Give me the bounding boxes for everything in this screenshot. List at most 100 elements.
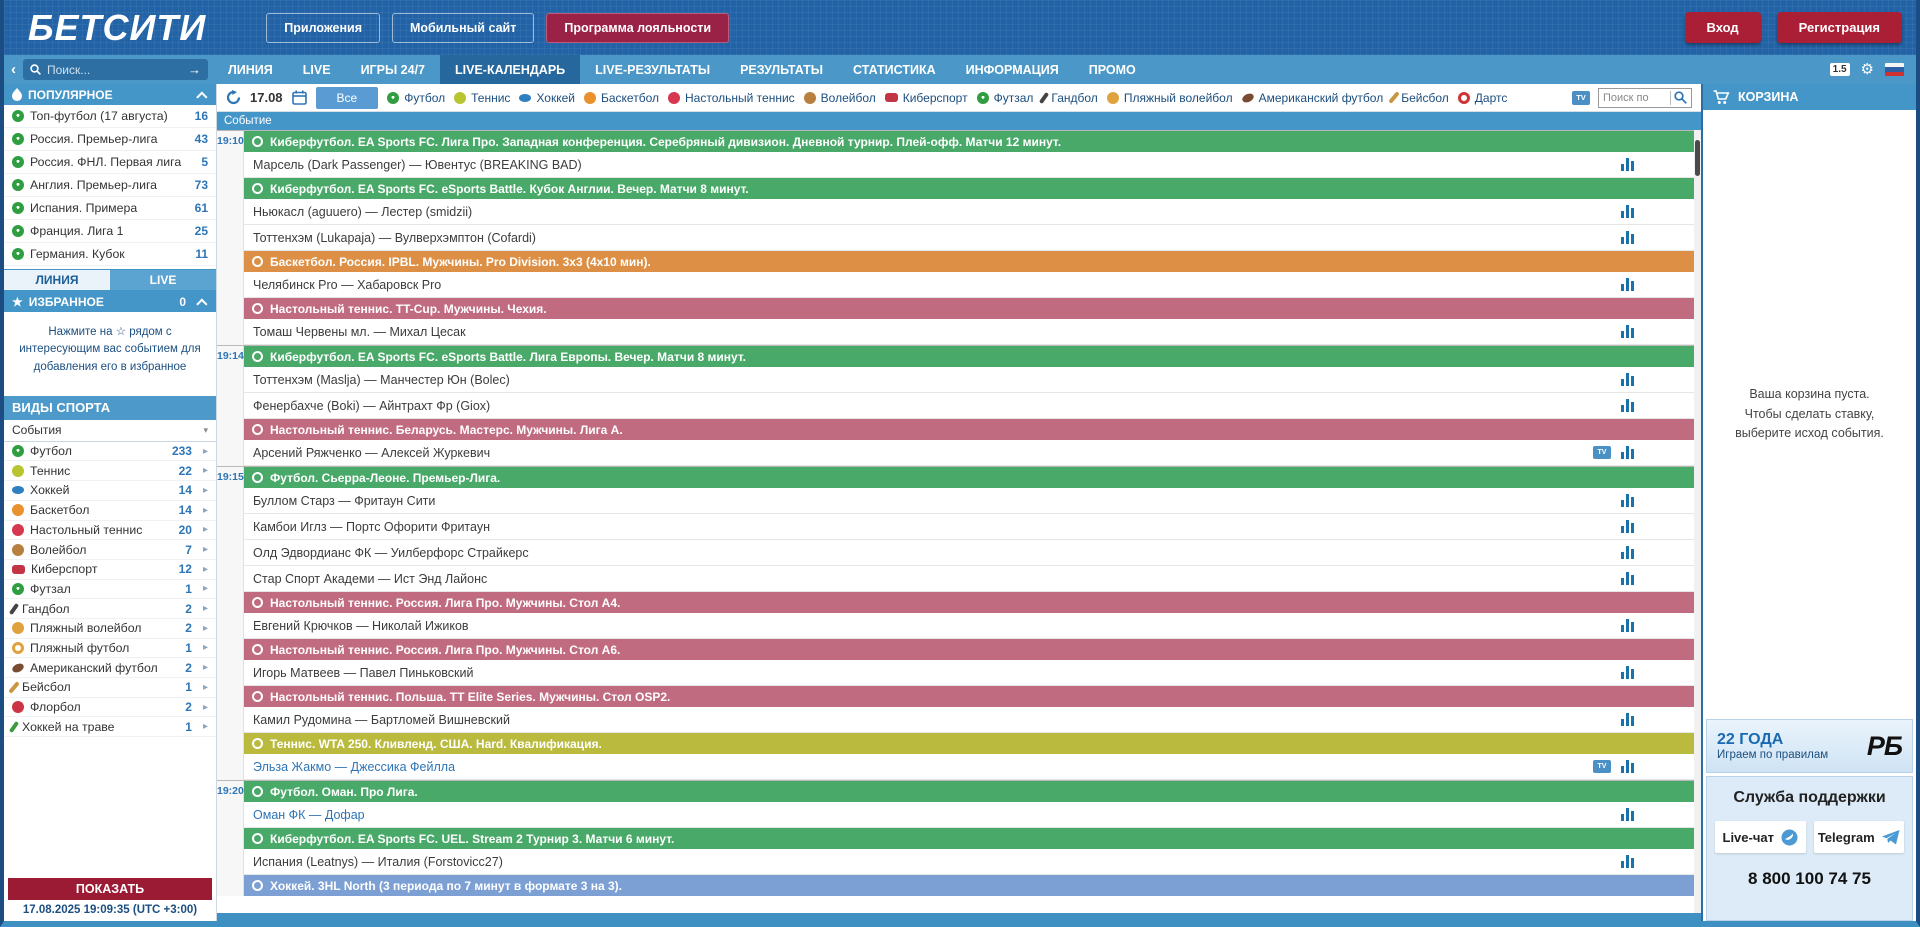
- calendar-icon[interactable]: [292, 90, 307, 105]
- match-cell[interactable]: Испания (Leatnys) — Италия (Forstovicc27…: [244, 849, 1701, 875]
- match-cell[interactable]: Оман ФК — Дофар: [244, 802, 1701, 828]
- sport-chip[interactable]: Баскетбол: [584, 91, 659, 105]
- statistics-icon[interactable]: [1621, 205, 1634, 218]
- sidebar-sport-item[interactable]: Хоккей14▸: [4, 481, 216, 501]
- popular-league-item[interactable]: Франция. Лига 125: [4, 220, 216, 243]
- statistics-icon[interactable]: [1621, 546, 1634, 559]
- sport-chip[interactable]: Американский футбол: [1242, 91, 1384, 105]
- sport-chip[interactable]: Киберспорт: [885, 91, 968, 105]
- nav-tab-линия[interactable]: ЛИНИЯ: [213, 55, 288, 84]
- sidebar-sport-item[interactable]: Волейбол7▸: [4, 540, 216, 560]
- nav-tab-результаты[interactable]: РЕЗУЛЬТАТЫ: [725, 55, 838, 84]
- sport-chip[interactable]: Дартс: [1458, 91, 1508, 105]
- sidebar-sport-item[interactable]: Киберспорт12▸: [4, 560, 216, 580]
- match-cell[interactable]: Буллом Старз — Фритаун Сити: [244, 488, 1701, 514]
- nav-tab-промо[interactable]: ПРОМО: [1074, 55, 1151, 84]
- refresh-icon[interactable]: [226, 90, 241, 105]
- collapse-favorites-icon[interactable]: [196, 298, 207, 309]
- promo-banner[interactable]: 22 ГОДА Играем по правилам РБ: [1706, 719, 1913, 773]
- sport-chip[interactable]: Футбол: [387, 91, 445, 105]
- match-cell[interactable]: Олд Эдвордианс ФК — Уилберфорс Страйкерс: [244, 540, 1701, 566]
- sidebar-sport-item[interactable]: Настольный теннис20▸: [4, 521, 216, 541]
- sidebar-sport-item[interactable]: Пляжный волейбол2▸: [4, 619, 216, 639]
- sidebar-sport-item[interactable]: Флорбол2▸: [4, 698, 216, 718]
- sidebar-sport-item[interactable]: Хоккей на траве1▸: [4, 717, 216, 737]
- match-cell[interactable]: Челябинск Pro — Хабаровск Pro: [244, 272, 1701, 298]
- sidebar-sport-item[interactable]: Теннис22▸: [4, 461, 216, 481]
- popular-league-item[interactable]: Германия. Кубок11: [4, 243, 216, 266]
- sidebar-sport-item[interactable]: Баскетбол14▸: [4, 501, 216, 521]
- match-cell[interactable]: Томаш Червены мл. — Михал Цесак: [244, 319, 1701, 345]
- search-input[interactable]: [47, 63, 182, 77]
- statistics-icon[interactable]: [1621, 278, 1634, 291]
- gear-icon[interactable]: ⚙: [1861, 62, 1874, 77]
- live-chat-button[interactable]: Live-чат: [1715, 821, 1806, 853]
- sidebar-sport-item[interactable]: Гандбол2▸: [4, 599, 216, 619]
- nav-tab-игры 24/7[interactable]: ИГРЫ 24/7: [346, 55, 440, 84]
- nav-tab-live-календарь[interactable]: LIVE-КАЛЕНДАРЬ: [440, 55, 580, 84]
- event-search-icon[interactable]: [1674, 91, 1687, 104]
- match-cell[interactable]: Эльза Жакмо — Джессика ФейллаTV: [244, 754, 1701, 780]
- loyalty-program-button[interactable]: Программа лояльности: [546, 13, 729, 43]
- sport-chip[interactable]: Теннис: [454, 91, 510, 105]
- collapse-popular-icon[interactable]: [196, 91, 207, 102]
- nav-tab-live[interactable]: LIVE: [288, 55, 346, 84]
- statistics-icon[interactable]: [1621, 520, 1634, 533]
- tab-line[interactable]: ЛИНИЯ: [4, 270, 110, 290]
- statistics-icon[interactable]: [1621, 325, 1634, 338]
- sport-chip[interactable]: Волейбол: [804, 91, 876, 105]
- login-button[interactable]: Вход: [1685, 12, 1761, 43]
- statistics-icon[interactable]: [1621, 231, 1634, 244]
- match-cell[interactable]: Арсений Ряжченко — Алексей ЖуркевичTV: [244, 440, 1701, 466]
- match-cell[interactable]: Тоттенхэм (Lukapaja) — Вулверхэмптон (Co…: [244, 225, 1701, 251]
- apps-button[interactable]: Приложения: [266, 13, 380, 43]
- match-cell[interactable]: Фенербахче (Boki) — Айнтрахт Фр (Giox): [244, 393, 1701, 419]
- scrollbar-thumb[interactable]: [1695, 140, 1700, 176]
- event-search-box[interactable]: [1598, 88, 1692, 108]
- chip-all-sports[interactable]: Все: [316, 87, 379, 109]
- statistics-icon[interactable]: [1621, 808, 1634, 821]
- sport-chip[interactable]: Хоккей: [519, 91, 575, 105]
- match-cell[interactable]: Стар Спорт Академи — Ист Энд Лайонс: [244, 566, 1701, 592]
- collapse-sidebar-icon[interactable]: ‹: [9, 61, 18, 78]
- sport-chip[interactable]: Гандбол: [1042, 91, 1097, 105]
- popular-league-item[interactable]: Россия. Премьер-лига43: [4, 128, 216, 151]
- match-cell[interactable]: Ньюкасл (aguuero) — Лестер (smidzii): [244, 199, 1701, 225]
- statistics-icon[interactable]: [1621, 619, 1634, 632]
- odds-format-badge[interactable]: 1.5: [1830, 63, 1850, 76]
- sidebar-sport-item[interactable]: Бейсбол1▸: [4, 678, 216, 698]
- popular-league-item[interactable]: Англия. Премьер-лига73: [4, 174, 216, 197]
- sidebar-sport-item[interactable]: Американский футбол2▸: [4, 658, 216, 678]
- match-cell[interactable]: Евгений Крючков — Николай Ижиков: [244, 613, 1701, 639]
- tv-filter-icon[interactable]: TV: [1572, 91, 1590, 105]
- search-submit-icon[interactable]: →: [188, 62, 201, 77]
- statistics-icon[interactable]: [1621, 855, 1634, 868]
- search-box[interactable]: →: [23, 59, 208, 80]
- match-cell[interactable]: Камбои Иглз — Портс Офорити Фритаун: [244, 514, 1701, 540]
- show-button[interactable]: ПОКАЗАТЬ: [8, 878, 212, 900]
- nav-tab-live-результаты[interactable]: LIVE-РЕЗУЛЬТАТЫ: [580, 55, 725, 84]
- sidebar-sport-item[interactable]: Пляжный футбол1▸: [4, 639, 216, 659]
- register-button[interactable]: Регистрация: [1777, 12, 1902, 43]
- statistics-icon[interactable]: [1621, 446, 1634, 459]
- sidebar-sport-item[interactable]: Футбол233▸: [4, 442, 216, 462]
- match-cell[interactable]: Игорь Матвеев — Павел Пиньковский: [244, 660, 1701, 686]
- date-label[interactable]: 17.08: [250, 90, 283, 105]
- sport-chip[interactable]: Настольный теннис: [668, 91, 795, 105]
- statistics-icon[interactable]: [1621, 373, 1634, 386]
- nav-tab-информация[interactable]: ИНФОРМАЦИЯ: [951, 55, 1074, 84]
- nav-tab-статистика[interactable]: СТАТИСТИКА: [838, 55, 951, 84]
- sport-chip[interactable]: Футзал: [977, 91, 1034, 105]
- match-cell[interactable]: Камил Рудомина — Бартломей Вишневский: [244, 707, 1701, 733]
- popular-league-item[interactable]: Топ-футбол (17 августа)16: [4, 105, 216, 128]
- telegram-button[interactable]: Telegram: [1814, 821, 1905, 853]
- match-cell[interactable]: Марсель (Dark Passenger) — Ювентус (BREA…: [244, 152, 1701, 178]
- tab-live[interactable]: LIVE: [110, 270, 216, 290]
- statistics-icon[interactable]: [1621, 713, 1634, 726]
- match-cell[interactable]: Тоттенхэм (Maslja) — Манчестер Юн (Bolec…: [244, 367, 1701, 393]
- statistics-icon[interactable]: [1621, 494, 1634, 507]
- statistics-icon[interactable]: [1621, 158, 1634, 171]
- sport-chip[interactable]: Бейсбол: [1392, 91, 1449, 105]
- statistics-icon[interactable]: [1621, 760, 1634, 773]
- scrollbar-track[interactable]: [1694, 130, 1701, 913]
